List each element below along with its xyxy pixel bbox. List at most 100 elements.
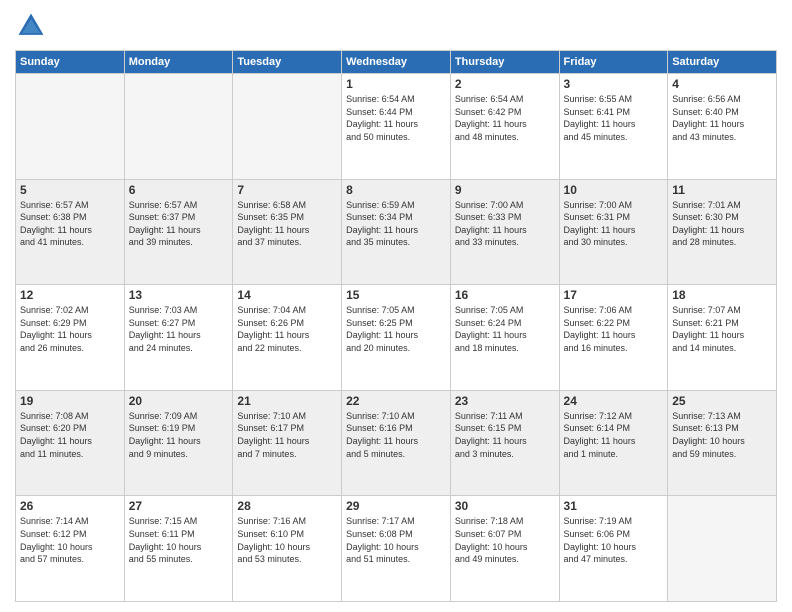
day-number: 29 <box>346 499 446 513</box>
calendar-cell <box>668 496 777 602</box>
calendar-cell: 12 Sunrise: 7:02 AM Sunset: 6:29 PM Dayli… <box>16 285 125 391</box>
day-info: Sunrise: 7:10 AM Sunset: 6:16 PM Dayligh… <box>346 410 446 460</box>
day-info: Sunrise: 7:10 AM Sunset: 6:17 PM Dayligh… <box>237 410 337 460</box>
calendar-cell: 29 Sunrise: 7:17 AM Sunset: 6:08 PM Dayli… <box>342 496 451 602</box>
logo-icon <box>15 10 47 42</box>
day-info: Sunrise: 7:08 AM Sunset: 6:20 PM Dayligh… <box>20 410 120 460</box>
calendar-cell: 4Sunrise: 6:56 AM Sunset: 6:40 PM Daylig… <box>668 74 777 180</box>
day-number: 12 <box>20 288 120 302</box>
day-number: 5 <box>20 183 120 197</box>
calendar-cell: 23Sunrise: 7:11 AM Sunset: 6:15 PM Dayli… <box>450 390 559 496</box>
calendar-cell: 14 Sunrise: 7:04 AM Sunset: 6:26 PM Dayli… <box>233 285 342 391</box>
day-number: 2 <box>455 77 555 91</box>
day-info: Sunrise: 6:54 AM Sunset: 6:44 PM Dayligh… <box>346 93 446 143</box>
calendar-cell: 9 Sunrise: 7:00 AM Sunset: 6:33 PM Daylig… <box>450 179 559 285</box>
calendar-cell <box>124 74 233 180</box>
day-info: Sunrise: 7:11 AM Sunset: 6:15 PM Dayligh… <box>455 410 555 460</box>
day-number: 22 <box>346 394 446 408</box>
calendar-cell: 15 Sunrise: 7:05 AM Sunset: 6:25 PM Dayli… <box>342 285 451 391</box>
day-number: 1 <box>346 77 446 91</box>
day-number: 18 <box>672 288 772 302</box>
day-info: Sunrise: 6:57 AM Sunset: 6:38 PM Dayligh… <box>20 199 120 249</box>
calendar-cell <box>16 74 125 180</box>
day-number: 25 <box>672 394 772 408</box>
calendar-cell: 13Sunrise: 7:03 AM Sunset: 6:27 PM Dayli… <box>124 285 233 391</box>
day-number: 11 <box>672 183 772 197</box>
calendar-cell: 26 Sunrise: 7:14 AM Sunset: 6:12 PM Dayli… <box>16 496 125 602</box>
day-number: 9 <box>455 183 555 197</box>
calendar-cell: 25 Sunrise: 7:13 AM Sunset: 6:13 PM Dayli… <box>668 390 777 496</box>
day-number: 14 <box>237 288 337 302</box>
day-number: 7 <box>237 183 337 197</box>
calendar-cell: 17 Sunrise: 7:06 AM Sunset: 6:22 PM Dayli… <box>559 285 668 391</box>
day-number: 20 <box>129 394 229 408</box>
calendar-cell: 2 Sunrise: 6:54 AM Sunset: 6:42 PM Daylig… <box>450 74 559 180</box>
day-number: 26 <box>20 499 120 513</box>
day-info: Sunrise: 7:15 AM Sunset: 6:11 PM Dayligh… <box>129 515 229 565</box>
header <box>15 10 777 42</box>
day-info: Sunrise: 7:13 AM Sunset: 6:13 PM Dayligh… <box>672 410 772 460</box>
day-info: Sunrise: 7:02 AM Sunset: 6:29 PM Dayligh… <box>20 304 120 354</box>
weekday-header-wednesday: Wednesday <box>342 51 451 74</box>
weekday-header-tuesday: Tuesday <box>233 51 342 74</box>
day-info: Sunrise: 7:12 AM Sunset: 6:14 PM Dayligh… <box>564 410 664 460</box>
day-info: Sunrise: 7:09 AM Sunset: 6:19 PM Dayligh… <box>129 410 229 460</box>
day-number: 17 <box>564 288 664 302</box>
day-info: Sunrise: 7:19 AM Sunset: 6:06 PM Dayligh… <box>564 515 664 565</box>
day-number: 10 <box>564 183 664 197</box>
main-container: SundayMondayTuesdayWednesdayThursdayFrid… <box>0 0 792 612</box>
calendar-cell: 31Sunrise: 7:19 AM Sunset: 6:06 PM Dayli… <box>559 496 668 602</box>
day-info: Sunrise: 6:55 AM Sunset: 6:41 PM Dayligh… <box>564 93 664 143</box>
day-info: Sunrise: 7:05 AM Sunset: 6:24 PM Dayligh… <box>455 304 555 354</box>
calendar-cell: 30 Sunrise: 7:18 AM Sunset: 6:07 PM Dayli… <box>450 496 559 602</box>
calendar-table: SundayMondayTuesdayWednesdayThursdayFrid… <box>15 50 777 602</box>
calendar-cell: 28Sunrise: 7:16 AM Sunset: 6:10 PM Dayli… <box>233 496 342 602</box>
calendar-cell: 8 Sunrise: 6:59 AM Sunset: 6:34 PM Daylig… <box>342 179 451 285</box>
day-info: Sunrise: 7:18 AM Sunset: 6:07 PM Dayligh… <box>455 515 555 565</box>
calendar-cell: 20 Sunrise: 7:09 AM Sunset: 6:19 PM Dayli… <box>124 390 233 496</box>
calendar-cell: 6 Sunrise: 6:57 AM Sunset: 6:37 PM Daylig… <box>124 179 233 285</box>
weekday-header-monday: Monday <box>124 51 233 74</box>
day-number: 8 <box>346 183 446 197</box>
day-info: Sunrise: 7:03 AM Sunset: 6:27 PM Dayligh… <box>129 304 229 354</box>
day-info: Sunrise: 6:57 AM Sunset: 6:37 PM Dayligh… <box>129 199 229 249</box>
day-number: 3 <box>564 77 664 91</box>
calendar-cell: 27 Sunrise: 7:15 AM Sunset: 6:11 PM Dayli… <box>124 496 233 602</box>
calendar-cell: 16Sunrise: 7:05 AM Sunset: 6:24 PM Dayli… <box>450 285 559 391</box>
calendar-cell: 3 Sunrise: 6:55 AM Sunset: 6:41 PM Daylig… <box>559 74 668 180</box>
day-number: 15 <box>346 288 446 302</box>
day-info: Sunrise: 6:59 AM Sunset: 6:34 PM Dayligh… <box>346 199 446 249</box>
logo <box>15 10 51 42</box>
day-info: Sunrise: 7:14 AM Sunset: 6:12 PM Dayligh… <box>20 515 120 565</box>
calendar-cell <box>233 74 342 180</box>
day-number: 27 <box>129 499 229 513</box>
day-number: 19 <box>20 394 120 408</box>
calendar-week-2: 5 Sunrise: 6:57 AM Sunset: 6:38 PM Daylig… <box>16 179 777 285</box>
calendar-cell: 22 Sunrise: 7:10 AM Sunset: 6:16 PM Dayli… <box>342 390 451 496</box>
day-info: Sunrise: 7:00 AM Sunset: 6:33 PM Dayligh… <box>455 199 555 249</box>
day-info: Sunrise: 7:17 AM Sunset: 6:08 PM Dayligh… <box>346 515 446 565</box>
day-info: Sunrise: 7:07 AM Sunset: 6:21 PM Dayligh… <box>672 304 772 354</box>
day-number: 4 <box>672 77 772 91</box>
weekday-header-sunday: Sunday <box>16 51 125 74</box>
day-number: 6 <box>129 183 229 197</box>
day-info: Sunrise: 7:06 AM Sunset: 6:22 PM Dayligh… <box>564 304 664 354</box>
calendar-cell: 5 Sunrise: 6:57 AM Sunset: 6:38 PM Daylig… <box>16 179 125 285</box>
day-info: Sunrise: 7:00 AM Sunset: 6:31 PM Dayligh… <box>564 199 664 249</box>
day-info: Sunrise: 6:54 AM Sunset: 6:42 PM Dayligh… <box>455 93 555 143</box>
calendar-cell: 7 Sunrise: 6:58 AM Sunset: 6:35 PM Daylig… <box>233 179 342 285</box>
day-number: 21 <box>237 394 337 408</box>
weekday-header-friday: Friday <box>559 51 668 74</box>
day-info: Sunrise: 6:58 AM Sunset: 6:35 PM Dayligh… <box>237 199 337 249</box>
day-info: Sunrise: 7:05 AM Sunset: 6:25 PM Dayligh… <box>346 304 446 354</box>
calendar-week-5: 26 Sunrise: 7:14 AM Sunset: 6:12 PM Dayli… <box>16 496 777 602</box>
weekday-header-row: SundayMondayTuesdayWednesdayThursdayFrid… <box>16 51 777 74</box>
calendar-cell: 24Sunrise: 7:12 AM Sunset: 6:14 PM Dayli… <box>559 390 668 496</box>
calendar-week-1: 1 Sunrise: 6:54 AM Sunset: 6:44 PM Daylig… <box>16 74 777 180</box>
calendar-cell: 19 Sunrise: 7:08 AM Sunset: 6:20 PM Dayli… <box>16 390 125 496</box>
calendar-cell: 10 Sunrise: 7:00 AM Sunset: 6:31 PM Dayli… <box>559 179 668 285</box>
day-info: Sunrise: 7:04 AM Sunset: 6:26 PM Dayligh… <box>237 304 337 354</box>
calendar-cell: 11Sunrise: 7:01 AM Sunset: 6:30 PM Dayli… <box>668 179 777 285</box>
calendar-week-4: 19 Sunrise: 7:08 AM Sunset: 6:20 PM Dayli… <box>16 390 777 496</box>
day-number: 30 <box>455 499 555 513</box>
